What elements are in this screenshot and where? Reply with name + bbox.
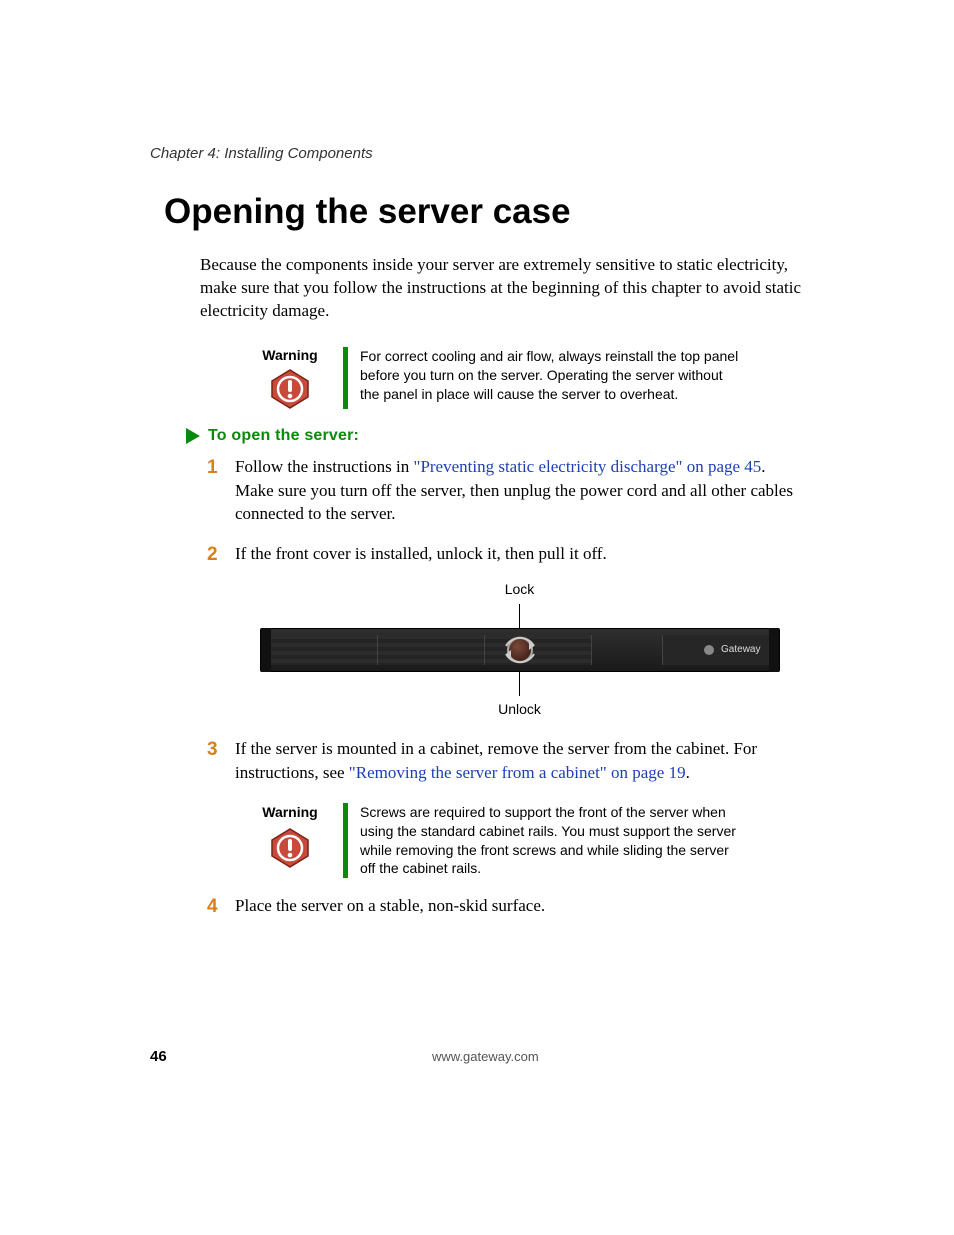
page-number: 46: [150, 1048, 167, 1065]
server-lock-figure: Lock Gateway: [260, 580, 780, 719]
play-triangle-icon: [186, 428, 200, 444]
xref-static-discharge[interactable]: "Preventing static electricity discharge…: [414, 457, 762, 476]
intro-paragraph: Because the components inside your serve…: [150, 254, 804, 323]
warning-callout-1: Warning For correct cooling and air flow…: [245, 347, 804, 409]
warning-label: Warning: [245, 803, 335, 823]
footer-url: www.gateway.com: [167, 1049, 804, 1064]
step-number: 1: [207, 455, 218, 482]
brand-badge: Gateway: [703, 629, 760, 671]
step-text: If the front cover is installed, unlock …: [235, 544, 607, 563]
step-number: 3: [207, 737, 218, 764]
lock-label: Lock: [260, 580, 780, 600]
chapter-caption: Chapter 4: Installing Components: [150, 145, 804, 162]
step-number: 2: [207, 542, 218, 569]
step-list: 1 Follow the instructions in "Preventing…: [150, 455, 804, 918]
step-text-post: .: [686, 763, 690, 782]
warning-callout-2: Warning Screws are required to support t…: [245, 803, 804, 879]
page-footer: 46 www.gateway.com: [150, 1048, 804, 1065]
xref-remove-cabinet[interactable]: "Removing the server from a cabinet" on …: [349, 763, 686, 782]
lock-knob-icon: [507, 637, 533, 663]
page-title: Opening the server case: [150, 192, 804, 232]
brand-text: Gateway: [721, 643, 760, 657]
callout-line: [519, 672, 520, 696]
warning-text: Screws are required to support the front…: [360, 803, 740, 879]
unlock-label: Unlock: [260, 700, 780, 720]
step-text-pre: Follow the instructions in: [235, 457, 414, 476]
warning-text: For correct cooling and air flow, always…: [360, 347, 740, 404]
step-2: 2 If the front cover is installed, unloc…: [235, 542, 804, 719]
vertical-rule: [343, 347, 348, 409]
procedure-heading-label: To open the server:: [208, 427, 359, 445]
server-front-panel: Gateway: [260, 628, 780, 672]
step-text: Place the server on a stable, non-skid s…: [235, 896, 545, 915]
step-1: 1 Follow the instructions in "Preventing…: [235, 455, 804, 526]
vertical-rule: [343, 803, 348, 879]
step-3: 3 If the server is mounted in a cabinet,…: [235, 737, 804, 878]
warning-label: Warning: [245, 347, 335, 363]
callout-line: [519, 604, 520, 628]
step-4: 4 Place the server on a stable, non-skid…: [235, 894, 804, 918]
warning-icon: [245, 369, 335, 409]
procedure-heading: To open the server:: [200, 427, 804, 445]
warning-icon: [245, 828, 335, 868]
step-number: 4: [207, 894, 218, 921]
